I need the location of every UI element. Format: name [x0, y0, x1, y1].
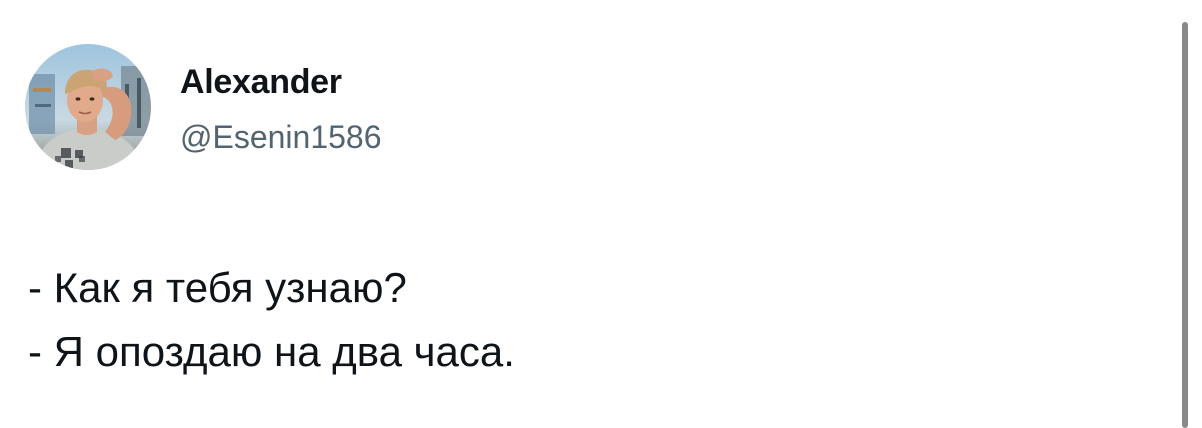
- tweet-text: - Как я тебя узнаю? - Я опоздаю на два ч…: [28, 256, 515, 384]
- author-display-name[interactable]: Alexander: [180, 62, 342, 102]
- tweet-text-line: - Я опоздаю на два часа.: [28, 328, 515, 375]
- avatar-photo-icon: [25, 44, 151, 170]
- avatar[interactable]: [25, 44, 151, 170]
- vertical-scrollbar[interactable]: [1180, 22, 1190, 428]
- author-handle[interactable]: @Esenin1586: [180, 118, 382, 156]
- scrollbar-thumb[interactable]: [1182, 22, 1188, 428]
- tweet-card: Alexander @Esenin1586 - Как я тебя узнаю…: [0, 0, 1202, 428]
- tweet-text-line: - Как я тебя узнаю?: [28, 264, 407, 311]
